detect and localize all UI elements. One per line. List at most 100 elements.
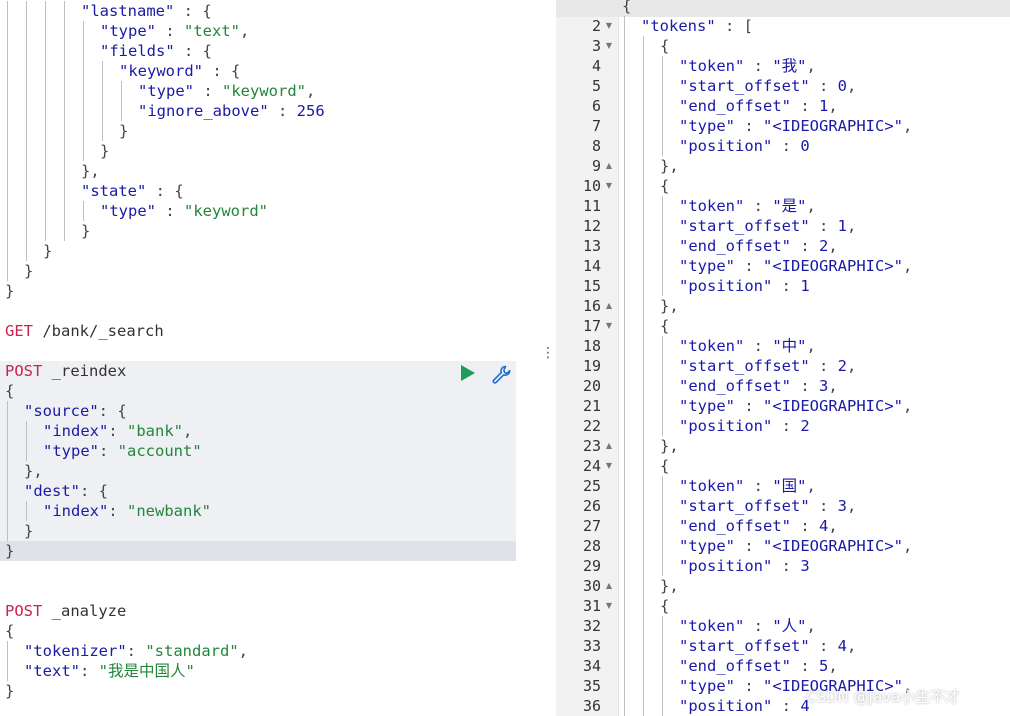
code-line[interactable]: "index": "bank", <box>0 421 537 441</box>
code-token: "type" <box>43 442 99 460</box>
code-token: "tokens" <box>641 17 716 35</box>
code-line[interactable]: POST _reindex <box>0 361 537 381</box>
code-line[interactable]: } <box>0 681 537 701</box>
indent-guide <box>7 261 8 281</box>
indent-guide <box>662 196 663 216</box>
code-line[interactable]: } <box>0 521 537 541</box>
code-line[interactable]: } <box>0 141 537 161</box>
code-line[interactable]: "type": "account" <box>0 441 537 461</box>
code-token: , <box>806 477 816 495</box>
indent-guide <box>83 101 84 121</box>
code-line[interactable]: }, <box>0 461 537 481</box>
code-line[interactable]: } <box>0 541 537 561</box>
code-token: "token" <box>679 57 745 75</box>
indent-guide <box>643 356 644 376</box>
response-viewer[interactable]: 1▼2▼3▼456789▲10▼111213141516▲17▼18192021… <box>556 0 1010 716</box>
code-line[interactable]: "dest": { <box>0 481 537 501</box>
code-line[interactable]: "fields" : { <box>0 41 537 61</box>
indent-guide <box>624 296 625 316</box>
code-token: : { <box>174 2 212 20</box>
code-token: _reindex <box>42 362 127 380</box>
code-token: : <box>735 677 763 695</box>
indent-guide <box>45 101 46 121</box>
code-line[interactable]: } <box>0 121 537 141</box>
code-line[interactable] <box>0 561 537 581</box>
code-text: "token" : "中", <box>679 336 816 356</box>
code-token: "start_offset" <box>679 357 810 375</box>
code-token: : <box>772 557 801 575</box>
indent-guide <box>662 76 663 96</box>
indent-guide <box>662 116 663 136</box>
code-token: { <box>660 37 670 55</box>
code-line[interactable]: "type" : "keyword" <box>0 201 537 221</box>
code-line[interactable]: "state" : { <box>0 181 537 201</box>
code-token: : <box>108 422 127 440</box>
code-text: } <box>24 261 33 281</box>
request-editor[interactable]: "lastname" : {"type" : "text", "fields" :… <box>0 0 537 716</box>
indent-guide <box>45 81 46 101</box>
resize-handle-icon[interactable]: ⋮ <box>541 344 555 362</box>
indent-guide <box>624 356 625 376</box>
code-line[interactable]: { <box>0 381 537 401</box>
code-token: : <box>809 637 838 655</box>
code-line[interactable] <box>0 301 537 321</box>
code-line[interactable]: GET /bank/_search <box>0 321 537 341</box>
indent-guide <box>83 121 84 141</box>
code-line[interactable]: "text": "我是中国人" <box>0 661 537 681</box>
code-line[interactable]: "type" : "text", <box>0 21 537 41</box>
indent-guide <box>624 96 625 116</box>
code-token: } <box>5 682 15 700</box>
code-line[interactable]: } <box>0 221 537 241</box>
code-token: : <box>99 442 118 460</box>
code-text: "token" : "国", <box>679 476 816 496</box>
indent-guide <box>624 176 625 196</box>
code-line[interactable]: } <box>0 281 537 301</box>
code-line[interactable]: POST _analyze <box>0 601 537 621</box>
code-token: } <box>119 122 129 140</box>
indent-guide <box>624 256 625 276</box>
code-token: "start_offset" <box>679 637 810 655</box>
code-token: , <box>847 637 857 655</box>
code-line[interactable]: "lastname" : { <box>0 1 537 21</box>
code-line[interactable]: { <box>0 621 537 641</box>
code-token: "keyword" <box>222 82 306 100</box>
code-line[interactable]: "tokenizer": "standard", <box>0 641 537 661</box>
code-line[interactable]: "index": "newbank" <box>0 501 537 521</box>
indent-guide <box>624 116 625 136</box>
indent-guide <box>7 181 8 201</box>
indent-guide <box>7 661 8 681</box>
code-line[interactable]: "type" : "keyword", <box>0 81 537 101</box>
code-token: "dest" <box>24 482 80 500</box>
run-request-button[interactable] <box>459 364 477 382</box>
code-token: , <box>306 82 316 100</box>
code-text: { <box>660 36 669 56</box>
code-line[interactable]: } <box>0 241 537 261</box>
code-token: , <box>902 117 913 135</box>
code-text: "tokens" : [ <box>641 16 753 36</box>
code-line[interactable]: "source": { <box>0 401 537 421</box>
code-token: "token" <box>679 337 745 355</box>
code-token: , <box>806 197 816 215</box>
code-line[interactable]: } <box>0 261 537 281</box>
code-token: : <box>772 697 801 715</box>
code-token: { <box>660 457 670 475</box>
code-line[interactable] <box>0 581 537 601</box>
indent-guide <box>643 556 644 576</box>
request-settings-button[interactable] <box>491 364 513 386</box>
code-line[interactable] <box>0 341 537 361</box>
code-token: : <box>790 377 819 395</box>
code-token: "position" <box>679 137 773 155</box>
code-token: , <box>902 257 913 275</box>
code-line[interactable]: "ignore_above" : 256 <box>0 101 537 121</box>
indent-guide <box>643 196 644 216</box>
code-token: 3 <box>800 557 810 575</box>
code-token: : <box>809 357 838 375</box>
code-token: 1 <box>800 277 810 295</box>
indent-guide <box>643 616 644 636</box>
code-line[interactable]: }, <box>0 161 537 181</box>
code-token: "index" <box>43 502 109 520</box>
code-token: "position" <box>679 697 773 715</box>
code-line[interactable]: "keyword" : { <box>0 61 537 81</box>
code-token: : <box>744 337 773 355</box>
indent-guide <box>26 41 27 61</box>
